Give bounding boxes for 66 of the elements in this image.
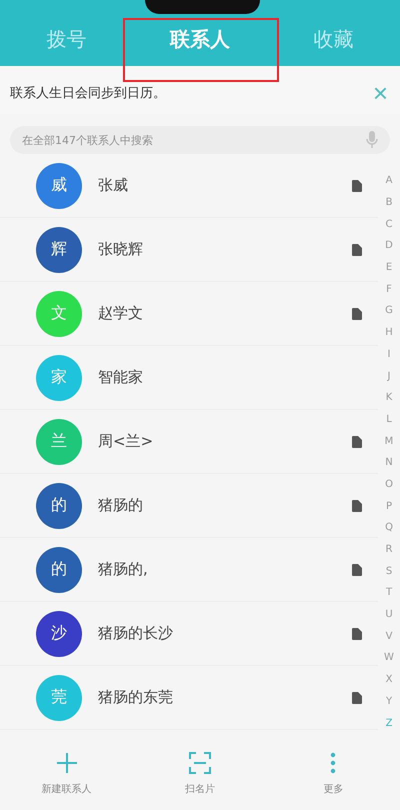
index-letter[interactable]: A	[386, 175, 392, 186]
contact-row[interactable]: 沙 猪肠的长沙	[0, 602, 378, 666]
contact-row[interactable]: 威 张威	[0, 154, 378, 218]
scan-icon	[188, 752, 211, 774]
index-letter[interactable]: Y	[386, 696, 392, 707]
avatar: 威	[36, 162, 82, 208]
index-letter[interactable]: W	[384, 652, 394, 664]
index-letter[interactable]: F	[386, 284, 392, 295]
index-letter[interactable]: U	[385, 609, 393, 620]
index-letter[interactable]: V	[386, 630, 392, 642]
index-letter[interactable]: Q	[385, 522, 393, 534]
avatar: 家	[36, 354, 82, 400]
avatar: 文	[36, 290, 82, 336]
index-letter[interactable]: E	[386, 262, 392, 274]
contact-name: 猪肠的,	[98, 560, 149, 579]
close-button[interactable]: ×	[368, 80, 392, 106]
index-letter[interactable]: J	[388, 370, 390, 382]
contact-row[interactable]: 的 猪肠的,	[0, 538, 378, 602]
index-letter[interactable]: K	[386, 392, 392, 404]
toolbar-button[interactable]: 新建联系人	[16, 752, 117, 796]
avatar: 辉	[36, 226, 82, 272]
index-letter[interactable]: I	[388, 348, 390, 360]
avatar: 沙	[36, 610, 82, 656]
contact-name: 智能家	[98, 368, 144, 387]
contact-name: 猪肠的长沙	[98, 624, 174, 643]
index-letter[interactable]: X	[386, 674, 392, 686]
contact-row[interactable]: 的 猪肠的	[0, 474, 378, 538]
index-letter[interactable]: T	[386, 587, 392, 598]
contact-row[interactable]: 兰 周<兰>	[0, 410, 378, 474]
index-letter[interactable]: O	[385, 478, 393, 490]
contact-name: 张威	[98, 176, 129, 195]
index-letter[interactable]: Z	[386, 718, 392, 729]
index-letter[interactable]: N	[385, 457, 393, 468]
index-letter[interactable]: D	[385, 240, 393, 252]
tab[interactable]: 拨号	[46, 16, 87, 66]
contact-row[interactable]: 文 赵学文	[0, 282, 378, 346]
avatar: 莞	[36, 674, 82, 720]
tab[interactable]: 收藏	[313, 16, 354, 66]
avatar: 的	[36, 546, 82, 592]
tab[interactable]: 联系人	[170, 16, 230, 66]
toolbar-button[interactable]: 更多	[283, 752, 384, 796]
index-letter[interactable]: C	[386, 218, 392, 230]
avatar: 的	[36, 482, 82, 528]
microphone-icon[interactable]	[366, 131, 378, 149]
add-icon	[56, 752, 78, 774]
avatar: 兰	[36, 418, 82, 464]
index-letter[interactable]: B	[386, 197, 392, 208]
toolbar-button[interactable]: 扫名片	[150, 752, 250, 796]
contact-name: 猪肠的东莞	[98, 688, 174, 707]
contact-name: 周<兰>	[98, 432, 154, 451]
banner-text: 联系人生日会同步到日历。	[10, 85, 166, 102]
contact-name: 赵学文	[98, 304, 144, 323]
more-icon	[330, 752, 336, 774]
index-letter[interactable]: G	[385, 305, 393, 316]
contact-row[interactable]: 家 智能家	[0, 346, 378, 410]
index-letter[interactable]: L	[386, 414, 392, 425]
index-letter[interactable]: P	[386, 500, 392, 512]
index-letter[interactable]: S	[386, 566, 392, 577]
search-field[interactable]: 在全部147个联系人中搜索	[10, 126, 390, 154]
index-letter[interactable]: H	[385, 327, 393, 338]
contact-name: 张晓辉	[98, 240, 144, 259]
contact-row[interactable]: 莞 猪肠的东莞	[0, 666, 378, 730]
index-letter[interactable]: M	[384, 436, 394, 447]
contact-name: 猪肠的	[98, 496, 144, 515]
contact-row[interactable]: 辉 张晓辉	[0, 218, 378, 282]
index-letter[interactable]: R	[386, 544, 392, 556]
